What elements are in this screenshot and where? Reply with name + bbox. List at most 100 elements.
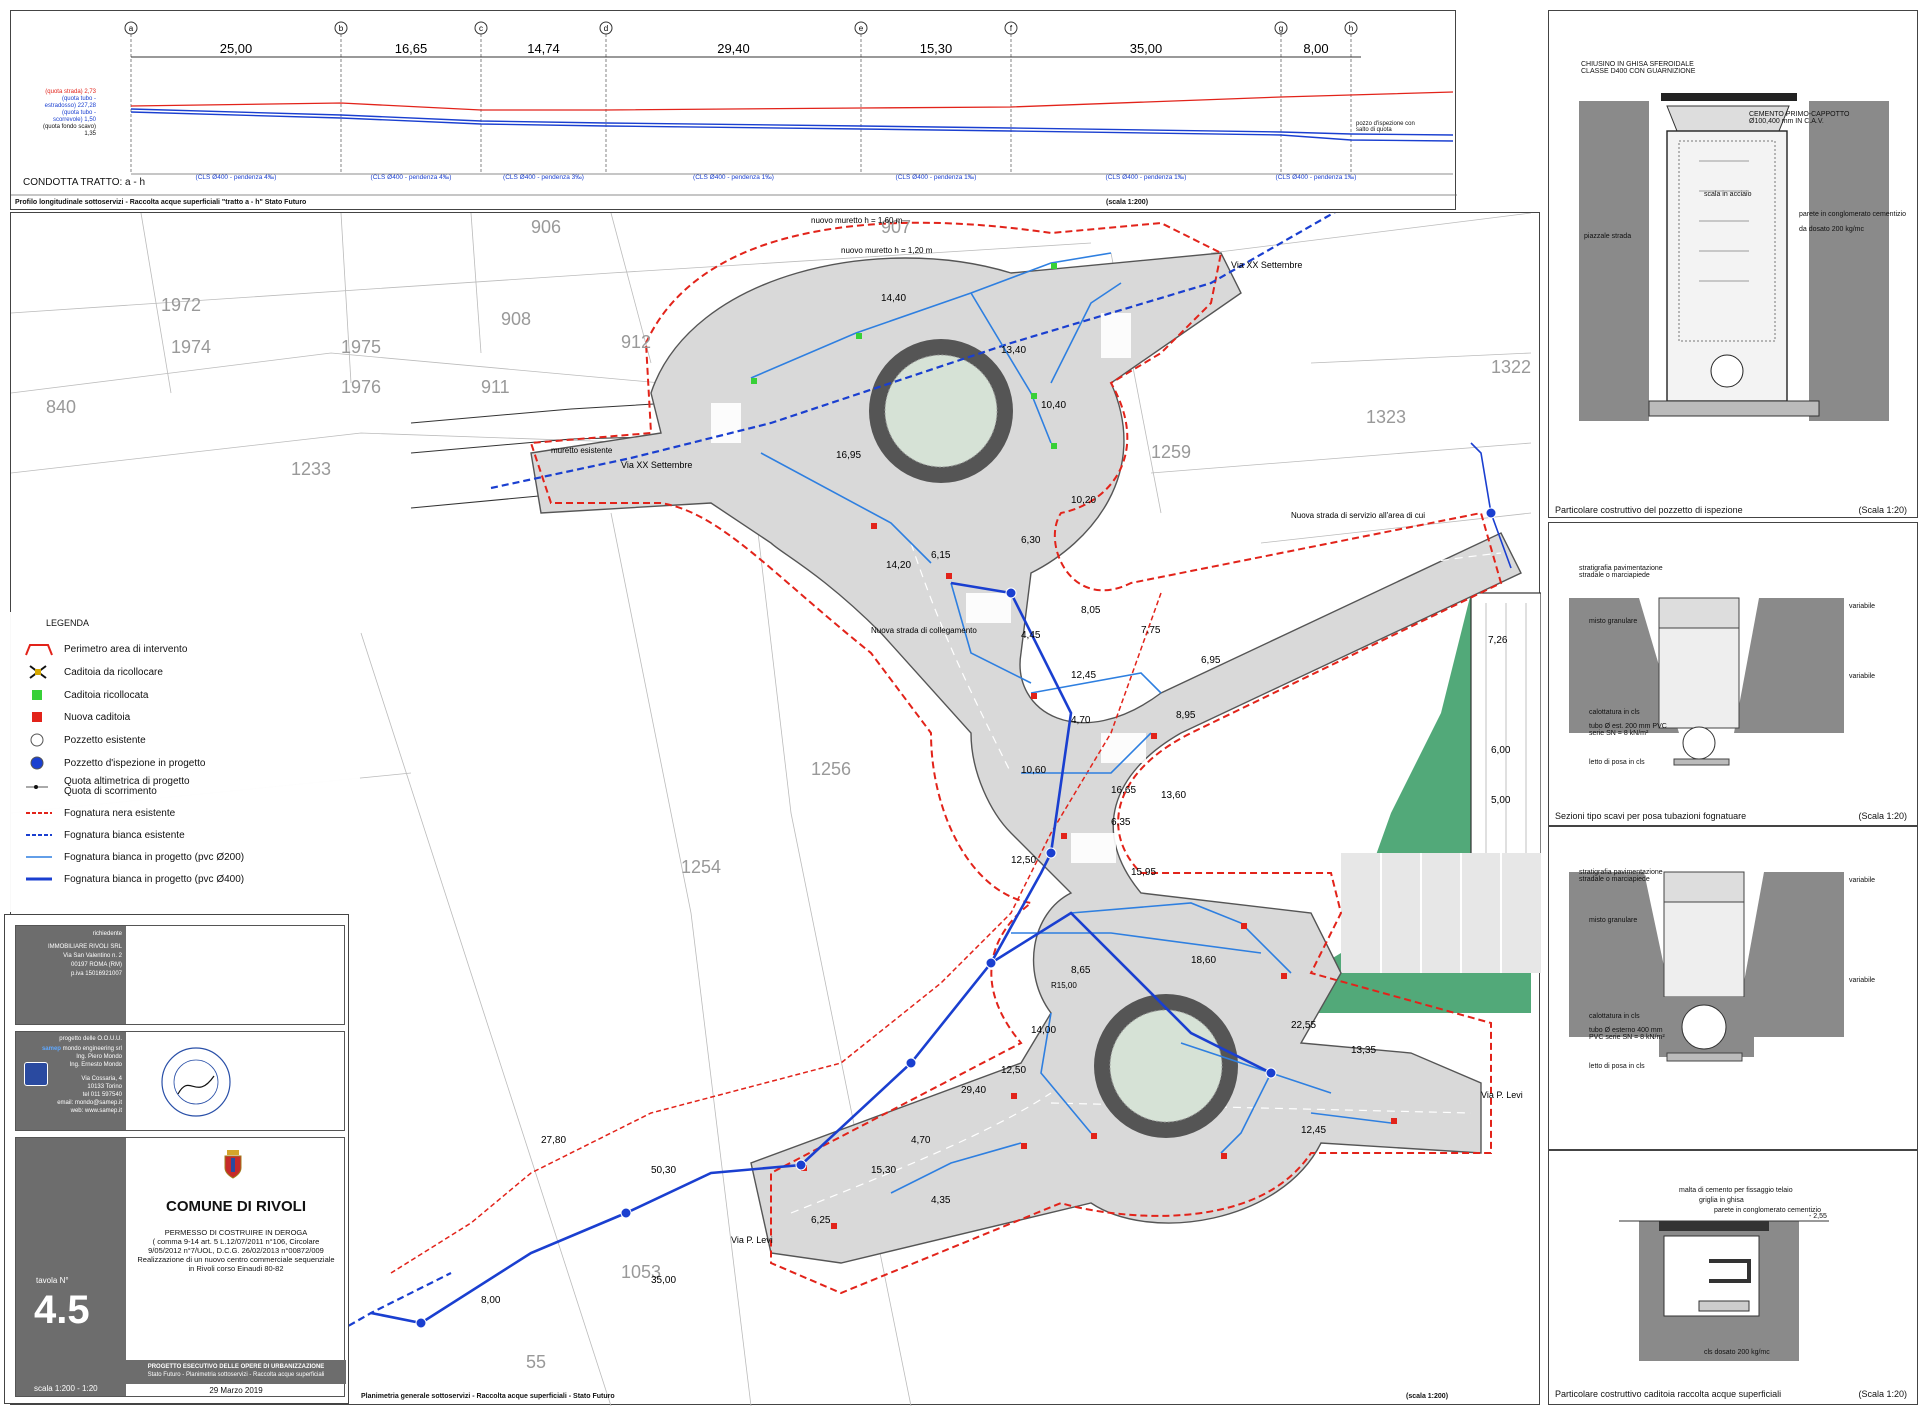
profile-distance: 25,00 — [220, 41, 253, 56]
municipal-crest-icon — [224, 1150, 242, 1179]
profile-pipe-bottom — [130, 111, 1454, 142]
profile-distance: 8,00 — [1303, 41, 1328, 56]
profile-segment-note: (CLS Ø400 - pendenza 1‰) — [896, 174, 977, 181]
legend-row: Quota altimetrica di progetto Quota di sc… — [10, 776, 190, 798]
manhole-label-4: da dosato 200 kg/mc — [1799, 226, 1864, 233]
manhole-section-drawing — [1579, 93, 1889, 421]
trench200-label-0: stratigrafia pavimentazione stradale o m… — [1579, 565, 1663, 579]
parcel-number: 1259 — [1151, 442, 1191, 462]
street-label: Via XX Settembre — [621, 460, 692, 470]
plan-note: Nuova strada di servizio all'area di cui — [1291, 511, 1425, 520]
plan-dimension: 50,30 — [651, 1165, 676, 1176]
legend-label: Pozzetto esistente — [64, 734, 146, 746]
profile-segment-note: (CLS Ø400 - pendenza 1‰) — [693, 174, 774, 181]
permit-text: PERMESSO DI COSTRUIRE IN DEROGA ( comma … — [137, 1228, 335, 1273]
trench400-label-4: letto di posa in cls — [1589, 1063, 1645, 1070]
profile-distance: 29,40 — [717, 41, 750, 56]
legend-row: Fognatura nera esistente — [10, 802, 175, 824]
plan-dimension: 4,35 — [931, 1195, 951, 1206]
plan-dimension: 14,20 — [886, 560, 911, 571]
parcel-number: 1254 — [681, 857, 721, 877]
parcel-number: 1256 — [811, 759, 851, 779]
plan-dimension: 16,95 — [836, 450, 861, 461]
plan-dimension: 10,40 — [1041, 400, 1066, 411]
gully-caption: Particolare costruttivo caditoia raccolt… — [1555, 1389, 1782, 1399]
plan-dimension: 8,65 — [1071, 965, 1091, 976]
plan-note: muretto esistente — [551, 446, 613, 455]
profile-segment-note: (CLS Ø400 - pendenza 1‰) — [1106, 174, 1187, 181]
applicant-box: richiedente IMMOBILIARE RIVOLI SRL Via S… — [15, 925, 345, 1025]
parcel-number: 1322 — [1491, 357, 1531, 377]
legend-label: Perimetro area di intervento — [64, 643, 188, 655]
legend-label-2: Quota di scorrimento — [64, 786, 157, 797]
profile-scale: (scala 1:200) — [1106, 199, 1149, 206]
legend-label: Fognatura bianca in progetto (pvc Ø200) — [64, 851, 245, 863]
trench200-label-1: misto granulare — [1589, 618, 1638, 625]
legend-label: Fognatura bianca esistente — [64, 829, 185, 841]
plan-dimension: 13,40 — [1001, 345, 1026, 356]
legend-row: Pozzetto esistente — [10, 729, 146, 751]
project-banner: PROGETTO ESECUTIVO DELLE OPERE DI URBANI… — [126, 1360, 346, 1384]
detail-trench-panel: stratigrafia pavimentazione stradale o m… — [1548, 522, 1918, 826]
street-label: Via P. Levi — [1481, 1090, 1523, 1100]
trench200-label-3: tubo Ø est. 200 mm PVC serie SN = 8 kN/m… — [1589, 723, 1667, 737]
circle-icon — [24, 732, 54, 748]
plan-dimension: 10,60 — [1021, 765, 1046, 776]
manhole-label-3: parete in conglomerato cementizio — [1799, 211, 1907, 218]
legend-label: Pozzetto d'ispezione in progetto — [64, 757, 206, 769]
plan-dimension: 12,45 — [1301, 1125, 1326, 1136]
trench200-label-2: calottatura in cls — [1589, 709, 1640, 716]
legend-row: Fognatura bianca esistente — [10, 824, 185, 846]
plan-note: Nuova strada di collegamento — [871, 626, 977, 635]
engineer-stamp-icon — [161, 1047, 231, 1117]
profile-segment-note: (CLS Ø400 - pendenza 1‰) — [1276, 174, 1357, 181]
gully-label-3: cls dosato 200 kg/mc — [1704, 1349, 1770, 1356]
parcel-number: 1233 — [291, 459, 331, 479]
manhole-label-0: CHIUSINO IN GHISA SFEROIDALE CLASSE D400… — [1581, 61, 1696, 75]
plan-dimension: 5,00 — [1491, 795, 1511, 806]
profile-marker-label: a — [129, 24, 134, 33]
legend-row: Perimetro area di intervento — [10, 638, 187, 660]
parcel-number: 840 — [46, 397, 76, 417]
cross-icon — [24, 664, 54, 680]
blue-dashed-icon — [24, 827, 54, 843]
legend-row: Fognatura bianca in progetto (pvc Ø400) — [10, 868, 244, 890]
street-label: Via XX Settembre — [1231, 260, 1302, 270]
legend-label: Caditoia ricollocata — [64, 689, 149, 701]
profile-distance: 14,74 — [527, 41, 560, 56]
plan-dimension: 4,45 — [1021, 630, 1041, 641]
street-label: Via P. Levi — [731, 1235, 773, 1245]
legend-panel: LEGENDA Perimetro area di intervento Cadi… — [10, 612, 360, 912]
profile-marker-label: b — [339, 24, 344, 33]
plan-dimension: 29,40 — [961, 1085, 986, 1096]
profile-distance: 35,00 — [1130, 41, 1163, 56]
trench400-label-2: calottatura in cls — [1589, 1013, 1640, 1020]
legend-label: Quota altimetrica di progetto Quota di sc… — [64, 776, 190, 797]
plan-caption: Planimetria generale sottoservizi - Racc… — [361, 1393, 615, 1400]
profile-segment-note: (CLS Ø400 - pendenza 4‰) — [196, 174, 277, 181]
plan-note: nuovo muretto h = 1,20 m — [841, 246, 933, 255]
plan-dimension: 12,50 — [1011, 855, 1036, 866]
drawing-date: 29 Marzo 2019 — [209, 1386, 263, 1395]
manhole-label-2: scala in acciaio — [1704, 191, 1752, 198]
profile-drawing: a b c d e f g h25,00 16,65 14,74 29,40 15,30 35,00 8,… — [11, 21, 1457, 196]
plan-dimension: 12,50 — [1001, 1065, 1026, 1076]
plan-dimension: 8,00 — [481, 1295, 501, 1306]
legend-label: Caditoia da ricollocare — [64, 666, 163, 678]
plan-dimension: 35,00 — [651, 1275, 676, 1286]
trench400-label-5: variabile — [1849, 877, 1876, 884]
green-square-icon — [24, 687, 54, 703]
legend-row: Fognatura bianca in progetto (pvc Ø200) — [10, 846, 244, 868]
plan-dimension: 6,95 — [1201, 655, 1221, 666]
profile-marker-label: g — [1279, 24, 1283, 33]
trench-scale: (Scala 1:20) — [1858, 811, 1907, 821]
profile-conduit-label: CONDOTTA TRATTO: a - h — [23, 177, 146, 188]
gully-label-4: - 2,55 — [1809, 1213, 1827, 1220]
parcel-number: 1976 — [341, 377, 381, 397]
trench400-label-6: variabile — [1849, 977, 1876, 984]
plan-dimension: 7,26 — [1488, 635, 1508, 646]
profile-segment-note: (CLS Ø400 - pendenza 3‰) — [503, 174, 584, 181]
red-dashed-icon — [24, 805, 54, 821]
trench-caption: Sezioni tipo scavi per posa tubazioni fo… — [1555, 811, 1747, 821]
tavola-number: 4.5 — [34, 1288, 90, 1332]
